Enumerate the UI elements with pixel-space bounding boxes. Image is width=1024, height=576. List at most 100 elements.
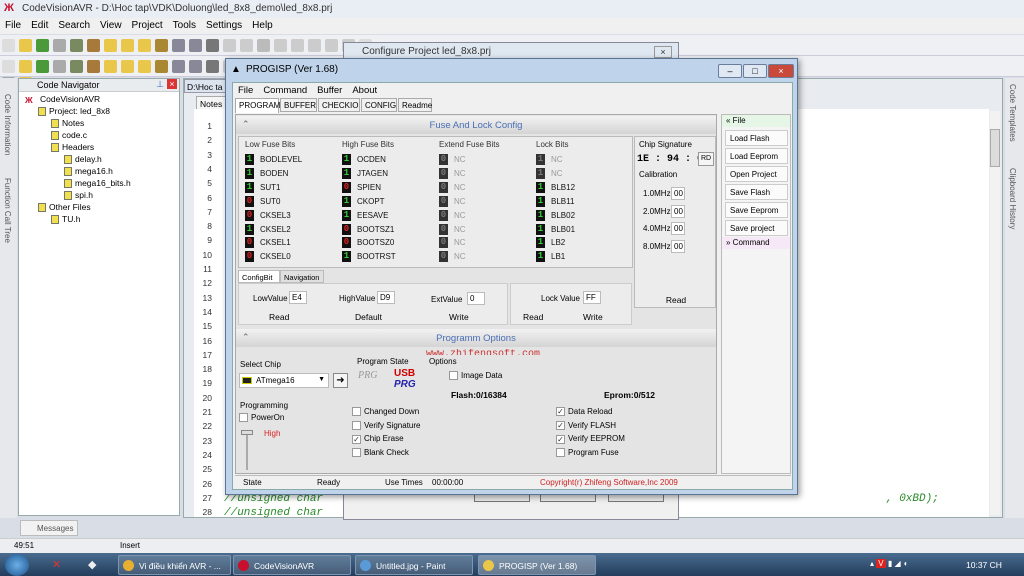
toolbar-button-icon[interactable] xyxy=(274,39,287,52)
menu-buffer[interactable]: Buffer xyxy=(312,83,347,98)
tab-messages[interactable]: Messages xyxy=(20,520,78,536)
chip-erase-checkbox[interactable]: ✓ Chip Erase xyxy=(352,434,404,444)
tree-item[interactable]: Project: led_8x8 xyxy=(38,106,110,117)
save-eeprom-button[interactable]: Save Eeprom xyxy=(725,202,788,218)
toolbar-button-icon[interactable] xyxy=(155,39,168,52)
menu-help[interactable]: Help xyxy=(247,18,278,33)
fuse-read-button[interactable]: Read xyxy=(269,312,289,322)
toolbar-button-icon[interactable] xyxy=(19,39,32,52)
toolbar-button-icon[interactable] xyxy=(138,39,151,52)
ext-value-input[interactable]: 0 xyxy=(467,292,485,305)
toolbar-button-icon[interactable] xyxy=(70,39,83,52)
tree-item[interactable]: spi.h xyxy=(64,190,93,201)
fuse-bit-toggle[interactable]: 1 xyxy=(342,209,351,221)
toolbar-button-icon[interactable] xyxy=(121,60,134,73)
tab-navigation[interactable]: Navigation xyxy=(280,270,324,283)
tab-program[interactable]: PROGRAM xyxy=(235,98,280,113)
calibration-value-input[interactable]: 00 xyxy=(671,187,685,200)
toolbar-button-icon[interactable] xyxy=(104,39,117,52)
tab-config[interactable]: CONFIG xyxy=(361,98,397,112)
fuse-bit-toggle[interactable]: 0 xyxy=(342,181,351,193)
chip-select[interactable]: ATmega16 ▼ xyxy=(239,373,329,388)
maximize-button[interactable]: □ xyxy=(743,64,767,78)
command-section-header[interactable]: » Command xyxy=(722,237,790,249)
fuse-bit-toggle[interactable]: 0 xyxy=(245,195,254,207)
calibration-read-button[interactable]: Read xyxy=(635,295,717,305)
fuse-bit-toggle[interactable]: 0 xyxy=(439,237,448,249)
fuse-section-header[interactable]: ⌃ Fuse And Lock Config xyxy=(236,116,716,134)
lock-write-button[interactable]: Write xyxy=(583,312,603,322)
tree-item[interactable]: delay.h xyxy=(64,154,102,165)
tree-item[interactable]: code.c xyxy=(51,130,87,141)
fuse-bit-toggle[interactable]: 1 xyxy=(245,223,254,235)
fuse-bit-toggle[interactable]: 1 xyxy=(342,195,351,207)
fuse-bit-toggle[interactable]: 1 xyxy=(536,167,545,179)
toolbar-button-icon[interactable] xyxy=(155,60,168,73)
fuse-bit-toggle[interactable]: 0 xyxy=(245,209,254,221)
toolbar-button-icon[interactable] xyxy=(87,60,100,73)
fuse-bit-toggle[interactable]: 1 xyxy=(536,181,545,193)
fuse-bit-toggle[interactable]: 1 xyxy=(342,167,351,179)
go-arrow-button[interactable]: ➜ xyxy=(333,373,348,388)
fuse-bit-toggle[interactable]: 0 xyxy=(342,237,351,249)
fuse-bit-toggle[interactable]: 1 xyxy=(245,154,254,165)
collapse-icon[interactable]: ⌃ xyxy=(242,332,250,343)
toolbar-button-icon[interactable] xyxy=(121,39,134,52)
taskbar-item[interactable]: PROGISP (Ver 1.68) xyxy=(478,555,596,575)
calibration-value-input[interactable]: 00 xyxy=(671,204,685,218)
tree-item[interactable]: mega16.h xyxy=(64,166,113,177)
tree-item[interactable]: Headers xyxy=(51,142,94,153)
tree-item[interactable]: Ж CodeVisionAVR xyxy=(25,94,100,105)
taskbar-item[interactable]: Vi điều khiển AVR - ... xyxy=(118,555,231,575)
power-on-checkbox[interactable]: PowerOn xyxy=(239,413,284,423)
menu-settings[interactable]: Settings xyxy=(201,18,247,33)
toolbar-button-icon[interactable] xyxy=(257,39,270,52)
minimize-button[interactable]: – xyxy=(718,64,742,78)
toolbar-button-icon[interactable] xyxy=(36,39,49,52)
fuse-bit-toggle[interactable]: 0 xyxy=(342,223,351,235)
verify-eeprom-checkbox[interactable]: ✓ Verify EEPROM xyxy=(556,434,625,444)
fuse-bit-toggle[interactable]: 1 xyxy=(536,209,545,221)
menu-tools[interactable]: Tools xyxy=(168,18,201,33)
tree-item[interactable]: Notes xyxy=(51,118,84,129)
tab-configbit[interactable]: ConfigBit xyxy=(238,270,280,283)
toolbar-button-icon[interactable] xyxy=(291,39,304,52)
fuse-bit-toggle[interactable]: 0 xyxy=(439,167,448,179)
data-reload-checkbox[interactable]: ✓ Data Reload xyxy=(556,407,612,417)
tab-buffer[interactable]: BUFFER xyxy=(280,98,317,112)
pinned-app-icon[interactable]: ◆ xyxy=(88,558,96,571)
file-section-header[interactable]: « File xyxy=(722,115,790,127)
program-options-header[interactable]: ⌃ Programm Options xyxy=(236,329,716,347)
tab-readme[interactable]: Readme xyxy=(398,98,432,112)
image-data-checkbox[interactable]: Image Data xyxy=(449,371,502,381)
fuse-bit-toggle[interactable]: 0 xyxy=(245,251,254,263)
fuse-bit-toggle[interactable]: 1 xyxy=(245,167,254,179)
pinned-app-icon[interactable]: ✕ xyxy=(52,558,61,571)
system-tray-icons[interactable]: ▴ V ▮ ◢ ◖ xyxy=(870,559,908,568)
tree-item[interactable]: Other Files xyxy=(38,202,91,213)
fuse-default-button[interactable]: Default xyxy=(355,312,382,322)
toolbar-button-icon[interactable] xyxy=(2,39,15,52)
fuse-bit-toggle[interactable]: 0 xyxy=(439,154,448,165)
toolbar-button-icon[interactable] xyxy=(189,60,202,73)
tab-function-call-tree[interactable]: Function Call Tree xyxy=(3,178,12,243)
save-project-button[interactable]: Save project xyxy=(725,220,788,236)
fuse-bit-toggle[interactable]: 1 xyxy=(342,154,351,165)
fuse-bit-toggle[interactable]: 1 xyxy=(342,251,351,263)
toolbar-button-icon[interactable] xyxy=(206,60,219,73)
toolbar-button-icon[interactable] xyxy=(104,60,117,73)
toolbar-button-icon[interactable] xyxy=(2,60,15,73)
low-value-input[interactable]: E4 xyxy=(289,291,307,304)
fuse-bit-toggle[interactable]: 0 xyxy=(439,251,448,263)
toolbar-button-icon[interactable] xyxy=(53,39,66,52)
tab-clipboard-history[interactable]: Clipboard History xyxy=(1008,168,1017,229)
fuse-bit-toggle[interactable]: 1 xyxy=(536,223,545,235)
high-value-input[interactable]: D9 xyxy=(377,291,395,304)
save-flash-button[interactable]: Save Flash xyxy=(725,184,788,200)
load-eeprom-button[interactable]: Load Eeprom xyxy=(725,148,788,164)
tree-item[interactable]: TU.h xyxy=(51,214,80,225)
tab-checkio[interactable]: CHECKIO xyxy=(318,98,360,112)
toolbar-button-icon[interactable] xyxy=(308,39,321,52)
collapse-icon[interactable]: ⌃ xyxy=(242,119,250,130)
load-flash-button[interactable]: Load Flash xyxy=(725,130,788,146)
